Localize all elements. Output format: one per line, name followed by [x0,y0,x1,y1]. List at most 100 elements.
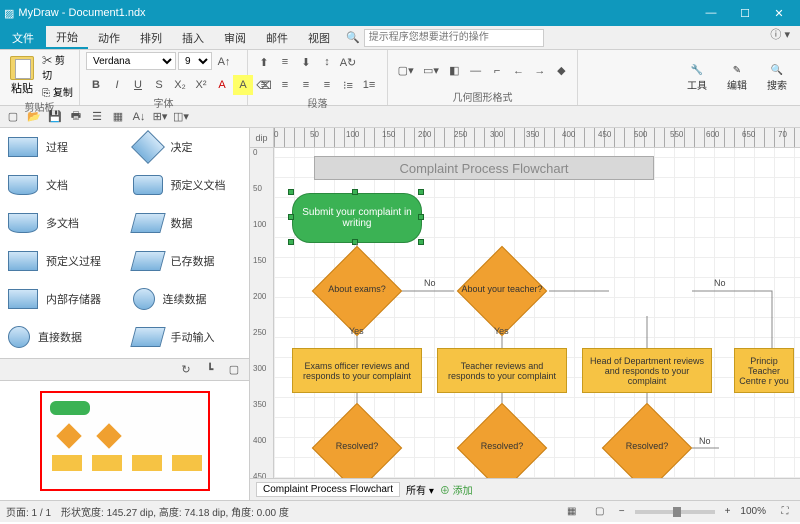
numbering-button[interactable]: 1≡ [359,75,379,95]
print-button[interactable]: 🖶 [67,108,85,126]
quick-toolbar: ▢ 📂 💾 🖶 ☰ ▦ A↓ ⊞▾ ◫▾ [0,106,800,128]
file-tab[interactable]: 文件 [0,26,46,49]
canvas[interactable]: Complaint Process Flowchart Submit your … [274,148,800,478]
shadow-button[interactable]: ◧ [445,61,464,81]
arrow-start-button[interactable]: ← [509,61,528,81]
shape-manual-input[interactable]: 手动输入 [125,318,250,356]
fit-page-button[interactable]: ⛶ [776,503,794,521]
ruler-unit: dip [250,128,274,147]
decision-teacher[interactable]: About your teacher? [457,266,547,316]
line-color-button[interactable]: ▭▾ [419,61,442,81]
start-shape[interactable]: Submit your complaint in writing [292,193,422,243]
shape-document[interactable]: 文档 [0,166,125,204]
refresh-preview-button[interactable]: ↻ [177,361,195,379]
font-size-select[interactable]: 9 [178,52,212,70]
shape-internal-storage[interactable]: 内部存储器 [0,280,125,318]
grid-view-button[interactable]: ▦ [109,108,127,126]
align-right-button[interactable]: ≡ [296,75,316,95]
all-sheets-button[interactable]: 所有 ▾ [406,482,434,497]
flowchart-title[interactable]: Complaint Process Flowchart [314,156,654,180]
align-left-button[interactable]: ≡ [254,75,274,95]
shape-multidoc[interactable]: 多文档 [0,204,125,242]
align-bottom-button[interactable]: ⬇ [296,52,316,72]
shape-stored-data[interactable]: 已存数据 [125,242,250,280]
open-button[interactable]: 📂 [25,108,43,126]
process-exams-officer[interactable]: Exams officer reviews and responds to yo… [292,348,422,393]
page-thumbnail[interactable] [40,391,210,491]
view-mode-2[interactable]: ▢ [591,503,609,521]
paste-button[interactable]: 粘贴 [6,56,38,96]
shape-dimensions: 形状宽度: 145.27 dip, 高度: 74.18 dip, 角度: 0.0… [61,504,289,519]
add-sheet-button[interactable]: ⊕ 添加 [440,482,473,497]
tab-mail[interactable]: 邮件 [256,26,298,49]
cut-button[interactable]: ✂ 剪切 [42,52,73,82]
process-principal[interactable]: Princip Teacher Centre r you [734,348,794,393]
corner-button[interactable]: ⌐ [487,61,506,81]
align-top-button[interactable]: ⬆ [254,52,274,72]
new-doc-button[interactable]: ▢ [4,108,22,126]
font-family-select[interactable]: Verdana [86,52,176,70]
arrow-end-button[interactable]: → [530,61,549,81]
tab-review[interactable]: 审阅 [214,26,256,49]
shape-seq-data[interactable]: 连续数据 [125,280,250,318]
zoom-slider[interactable] [635,510,715,514]
tab-action[interactable]: 动作 [88,26,130,49]
underline-button[interactable]: U [128,75,148,95]
tab-view[interactable]: 视图 [298,26,340,49]
shape-process[interactable]: 过程 [0,128,125,166]
fill-color-button[interactable]: ▢▾ [394,61,417,81]
tools-button[interactable]: 🔧工具 [680,65,714,92]
tab-insert[interactable]: 插入 [172,26,214,49]
superscript-button[interactable]: X² [191,75,211,95]
connector-button[interactable]: ┗ [201,361,219,379]
search-button[interactable]: 🔍搜索 [760,65,794,92]
maximize-button[interactable]: ☐ [728,3,762,23]
align-center-button[interactable]: ≡ [275,75,295,95]
grow-font-button[interactable]: A↑ [214,52,234,72]
shape-predef-process[interactable]: 预定义过程 [0,242,125,280]
shape-predef-doc[interactable]: 预定义文档 [125,166,250,204]
italic-button[interactable]: I [107,75,127,95]
save-button[interactable]: 💾 [46,108,64,126]
theme-button[interactable]: ◆ [552,61,571,81]
line-spacing-button[interactable]: ↕ [317,52,337,72]
view-mode-1[interactable]: ▦ [563,503,581,521]
line-style-button[interactable]: — [466,61,485,81]
app-icon: ▨ [4,7,14,20]
justify-button[interactable]: ≡ [317,75,337,95]
zoom-out-button[interactable]: − [619,506,625,517]
shape-decision[interactable]: 决定 [125,128,250,166]
label-no-1: No [424,278,436,288]
close-button[interactable]: ✕ [762,3,796,23]
align-middle-button[interactable]: ≡ [275,52,295,72]
shape-direct-data[interactable]: 直接数据 [0,318,125,356]
decision-resolved-3[interactable]: Resolved? [602,423,692,473]
group-button[interactable]: ⊞▾ [151,108,169,126]
bullets-button[interactable]: ⁝≡ [338,75,358,95]
help-button[interactable]: ⓘ ▾ [760,26,800,49]
process-teacher[interactable]: Teacher reviews and responds to your com… [437,348,567,393]
process-hod[interactable]: Head of Department reviews and responds … [582,348,712,393]
left-panel: 过程决定 文档预定义文档 多文档数据 预定义过程已存数据 内部存储器连续数据 直… [0,128,250,500]
filter-button[interactable]: ◫▾ [172,108,190,126]
tab-arrange[interactable]: 排列 [130,26,172,49]
zoom-in-button[interactable]: + [725,506,731,517]
decision-exams[interactable]: About exams? [312,266,402,316]
bold-button[interactable]: B [86,75,106,95]
tell-me-input[interactable] [364,29,544,47]
font-color-button[interactable]: A [212,75,232,95]
copy-button[interactable]: ⎘ 复制 [42,84,73,99]
edit-button[interactable]: ✎编辑 [720,65,754,92]
text-direction-button[interactable]: A↻ [338,52,358,72]
decision-resolved-2[interactable]: Resolved? [457,423,547,473]
subscript-button[interactable]: X₂ [170,75,190,95]
minimize-button[interactable]: — [694,3,728,23]
sort-button[interactable]: A↓ [130,108,148,126]
preview-settings-button[interactable]: ▢ [225,361,243,379]
list-view-button[interactable]: ☰ [88,108,106,126]
decision-resolved-1[interactable]: Resolved? [312,423,402,473]
sheet-tab[interactable]: Complaint Process Flowchart [256,482,400,497]
strike-button[interactable]: S [149,75,169,95]
shape-data[interactable]: 数据 [125,204,250,242]
tab-home[interactable]: 开始 [46,26,88,49]
